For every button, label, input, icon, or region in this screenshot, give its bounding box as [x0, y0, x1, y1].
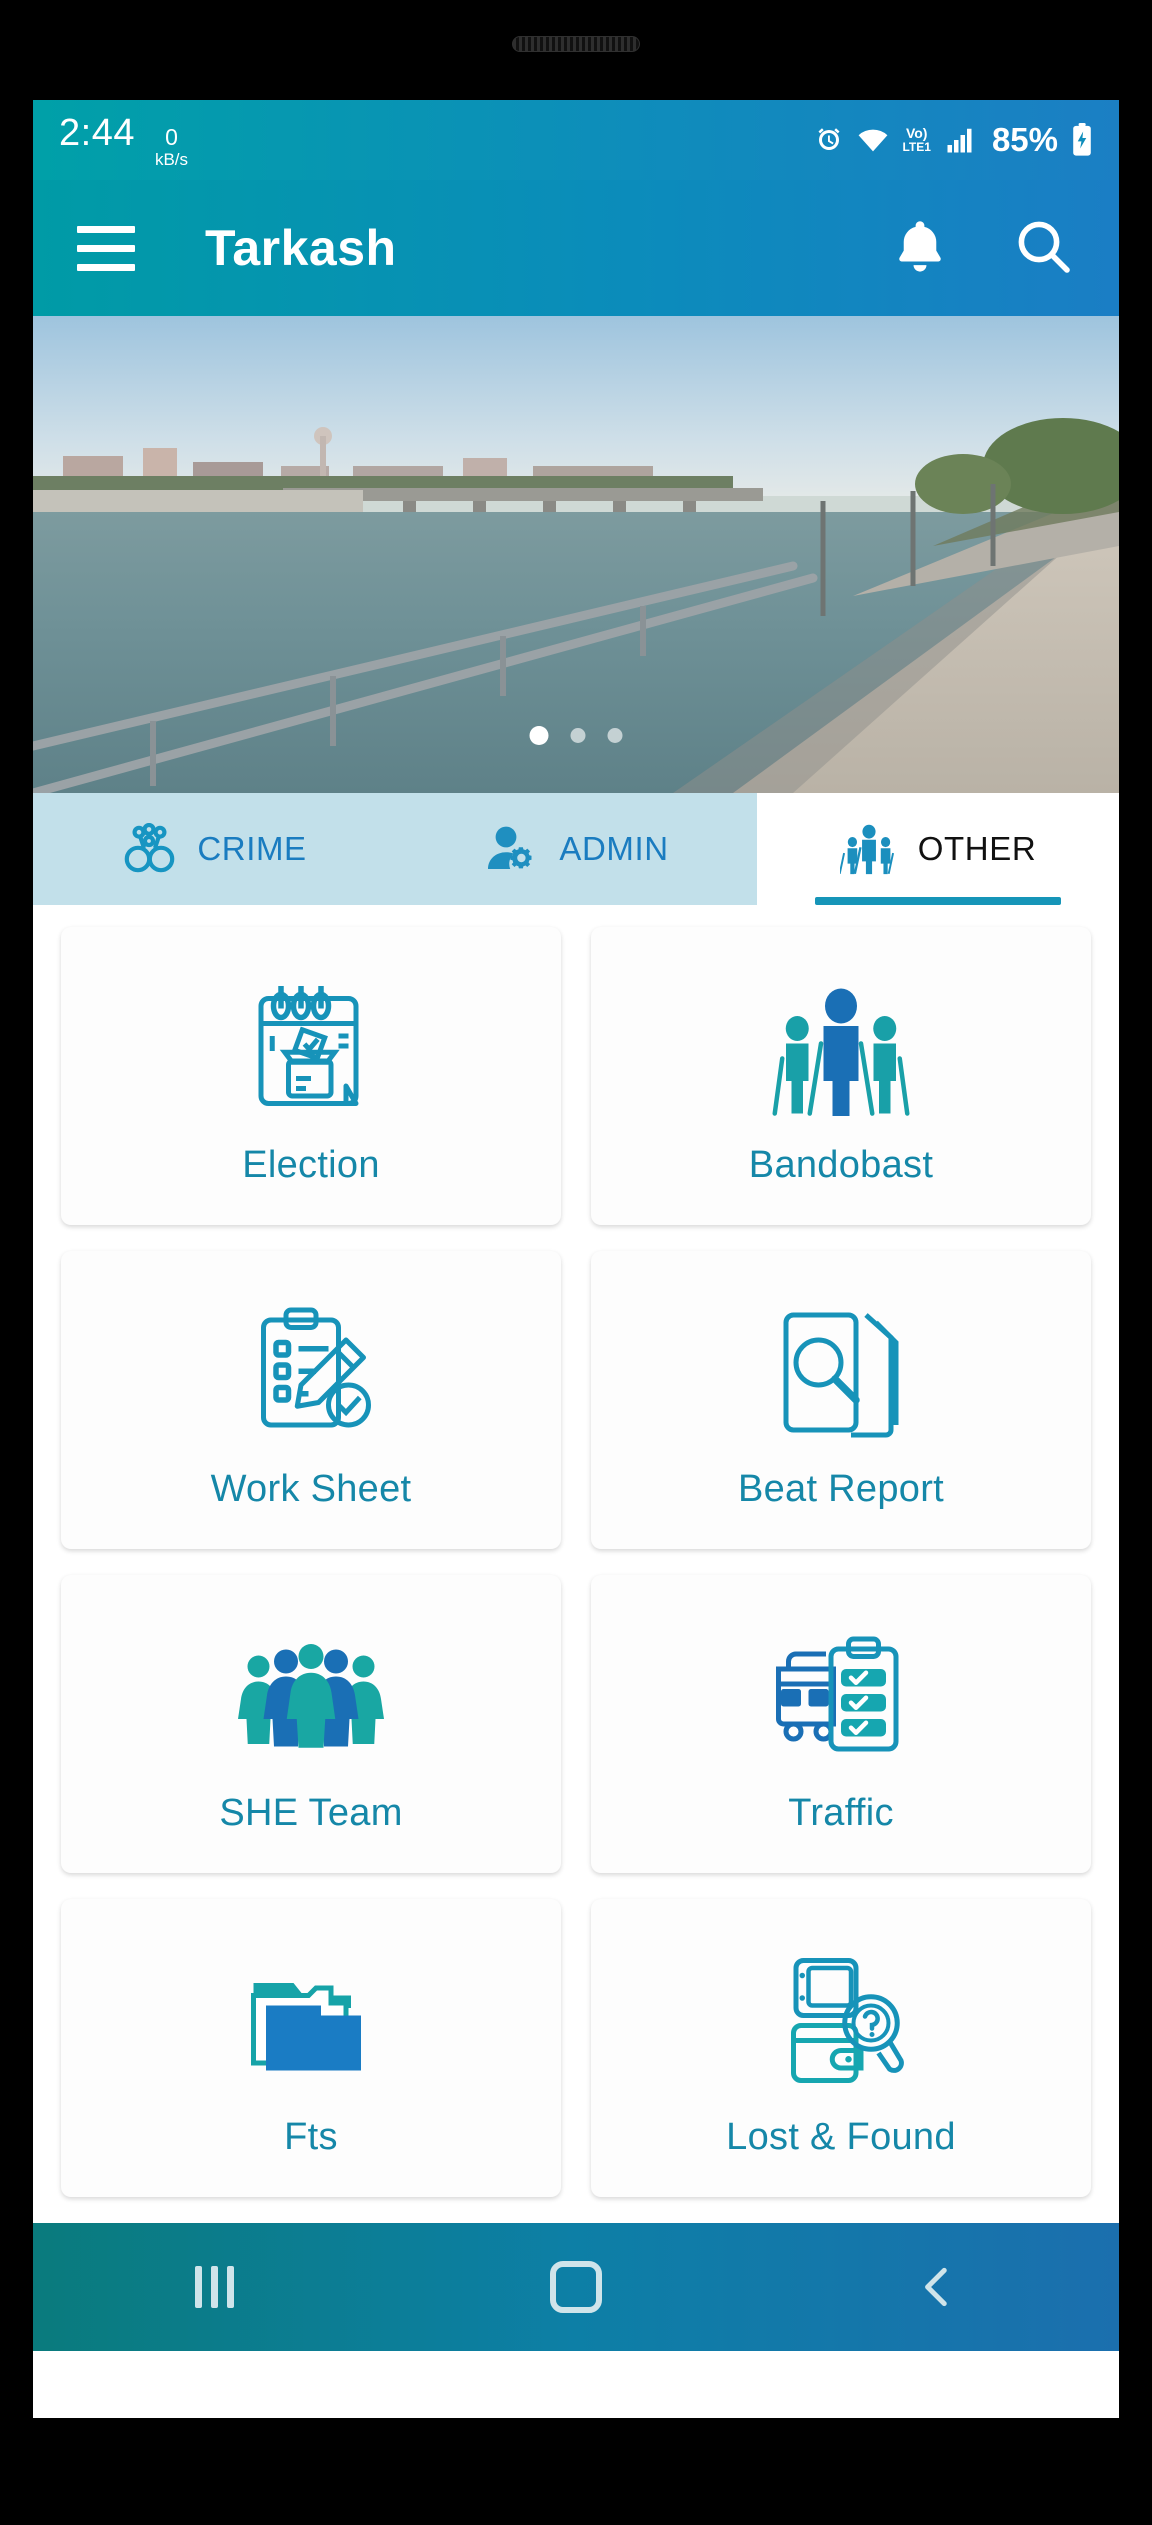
hamburger-menu-icon[interactable]: [77, 225, 135, 271]
tile-she-team[interactable]: SHE Team: [61, 1575, 561, 1873]
tile-label: Work Sheet: [210, 1467, 412, 1510]
back-chevron-icon: [925, 2267, 947, 2307]
category-tab-bar: CRIME ADMIN OTHER: [33, 793, 1119, 905]
tile-label: SHE Team: [219, 1791, 403, 1834]
status-bar-right: Vo) LTE1 85%: [814, 121, 1093, 159]
person-gear-icon: [483, 823, 539, 875]
battery-percent-label: 85%: [991, 121, 1058, 158]
handcuffs-icon: [121, 823, 177, 875]
tile-work-sheet[interactable]: Work Sheet: [61, 1251, 561, 1549]
recents-bar: [194, 2266, 202, 2308]
bus-checklist-icon: [766, 1614, 916, 1784]
tile-label: Traffic: [788, 1791, 894, 1834]
women-team-icon: [236, 1614, 386, 1784]
tile-election[interactable]: Election: [61, 927, 561, 1225]
wallet-phone-question-icon: [766, 1938, 916, 2108]
phone-screen: 2:44 0 kB/s Vo) LTE1 85% Tarkash CRIME A…: [33, 100, 1119, 2418]
system-navigation-bar: [33, 2223, 1119, 2351]
tile-label: Fts: [284, 2115, 338, 2158]
tab-label: CRIME: [197, 830, 307, 867]
tab-admin[interactable]: ADMIN: [395, 793, 757, 905]
volte-top-label: Vo): [905, 125, 928, 142]
tile-fts[interactable]: Fts: [61, 1899, 561, 2197]
phone-frame: 2:44 0 kB/s Vo) LTE1 85% Tarkash CRIME A…: [0, 0, 1152, 2525]
tile-traffic[interactable]: Traffic: [591, 1575, 1091, 1873]
recents-icon: [194, 2266, 234, 2308]
tab-active-indicator: [814, 897, 1062, 905]
document-magnifier-icon: [766, 1290, 916, 1460]
app-bar: Tarkash: [33, 180, 1119, 316]
wifi-icon: [857, 125, 889, 155]
status-time: 2:44: [59, 112, 135, 154]
tile-lost-and-found[interactable]: Lost & Found: [591, 1899, 1091, 2197]
tile-label: Lost & Found: [726, 2115, 956, 2158]
signal-bars-icon: [944, 125, 976, 155]
carousel-dot-active[interactable]: [529, 726, 549, 745]
carousel-dot[interactable]: [607, 728, 623, 743]
back-button[interactable]: [848, 2262, 1028, 2312]
hamburger-line: [77, 263, 135, 271]
network-speed-unit: kB/s: [154, 150, 189, 169]
volte-icon: Vo) LTE1: [902, 126, 930, 153]
status-bar: 2:44 0 kB/s Vo) LTE1 85%: [33, 100, 1119, 180]
recents-bar: [210, 2266, 218, 2308]
carousel-dots[interactable]: [529, 726, 623, 745]
tile-beat-report[interactable]: Beat Report: [591, 1251, 1091, 1549]
police-group-icon: [766, 966, 916, 1136]
police-group-icon: [839, 822, 898, 876]
tile-label: Beat Report: [737, 1467, 945, 1510]
banner-image: [33, 316, 1119, 793]
recents-bar: [226, 2266, 234, 2308]
home-button[interactable]: [486, 2261, 666, 2313]
tile-bandobast[interactable]: Bandobast: [591, 927, 1091, 1225]
hamburger-line: [77, 225, 135, 233]
bell-icon[interactable]: [889, 215, 951, 282]
page-title: Tarkash: [205, 220, 397, 276]
banner-carousel[interactable]: [33, 316, 1119, 793]
folder-icon: [236, 1938, 386, 2108]
carousel-dot[interactable]: [570, 728, 586, 743]
recents-button[interactable]: [124, 2266, 304, 2308]
tab-crime[interactable]: CRIME: [33, 793, 395, 905]
hamburger-line: [77, 244, 135, 252]
home-icon: [550, 2261, 602, 2313]
app-bar-actions: [889, 214, 1075, 283]
alarm-clock-icon: [814, 125, 844, 155]
clipboard-pencil-icon: [236, 1290, 386, 1460]
speaker-grille-icon: [512, 36, 640, 52]
tab-label: OTHER: [917, 830, 1037, 867]
network-speed-value: 0: [165, 124, 178, 150]
tile-label: Election: [242, 1143, 380, 1186]
volte-bottom-label: LTE1: [902, 140, 931, 155]
tile-label: Bandobast: [748, 1143, 934, 1186]
search-icon[interactable]: [1011, 214, 1075, 283]
module-grid: Election Bandobast Work Sheet Beat Repor…: [33, 905, 1119, 2223]
status-bar-left: 2:44 0 kB/s: [59, 112, 188, 168]
tab-label: ADMIN: [559, 830, 669, 867]
ballot-box-notepad-icon: [236, 966, 386, 1136]
network-speed-indicator: 0 kB/s: [154, 124, 189, 169]
battery-charging-icon: [1071, 123, 1093, 157]
tab-other[interactable]: OTHER: [757, 793, 1119, 905]
